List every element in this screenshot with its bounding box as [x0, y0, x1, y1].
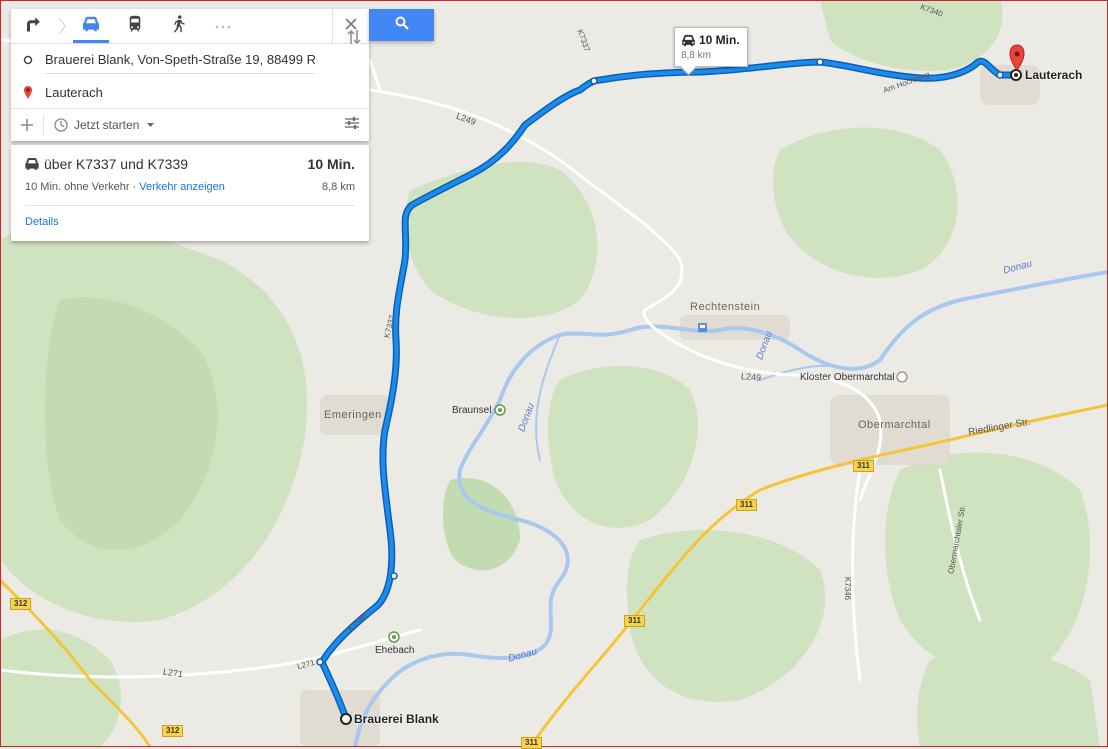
route-options-button[interactable] — [345, 116, 359, 135]
clock-icon — [54, 118, 68, 132]
end-marker-icon[interactable] — [1010, 69, 1022, 81]
directions-mode-button[interactable] — [11, 9, 55, 43]
place-label-kloster[interactable]: Kloster Obermarchtal — [800, 372, 894, 383]
walk-mode-tab[interactable] — [157, 9, 201, 43]
car-icon — [24, 157, 40, 171]
shield-311-c: 311 — [624, 615, 645, 627]
poi-braunsel-icon[interactable] — [494, 404, 506, 416]
callout-time: 10 Min. — [699, 33, 740, 47]
route-distance: 8,8 km — [321, 181, 355, 193]
place-label-rechtenstein[interactable]: Rechtenstein — [690, 301, 760, 313]
chevron-right-icon — [55, 9, 69, 43]
car-icon — [81, 16, 101, 37]
details-link[interactable]: Details — [25, 216, 59, 228]
travel-mode-bar — [11, 9, 369, 44]
caret-down-icon — [147, 123, 155, 127]
search-icon — [395, 16, 409, 35]
endpoint-label-end[interactable]: Lauterach — [1025, 68, 1082, 82]
divider — [25, 205, 355, 206]
drive-mode-tab[interactable] — [69, 9, 113, 43]
road-label-k7346: K7346 — [843, 576, 853, 601]
start-input[interactable] — [45, 52, 315, 74]
place-label-ehebach[interactable]: Ehebach — [375, 645, 414, 656]
depart-time-dropdown[interactable]: Jetzt starten — [54, 118, 155, 132]
route-summary: über K7337 und K7339 10 Min. — [24, 156, 355, 172]
road-label-l249-b: L249 — [740, 371, 762, 383]
directions-icon — [24, 15, 42, 38]
shield-311-b: 311 — [736, 499, 757, 511]
swap-icon — [347, 29, 361, 49]
train-icon — [127, 15, 143, 38]
route-options-row: Jetzt starten — [11, 108, 369, 141]
shield-311-d: 311 — [521, 737, 542, 749]
route-via[interactable]: über K7337 und K7339 — [44, 156, 308, 172]
route-time: 10 Min. — [307, 156, 355, 172]
callout-distance: 8,8 km — [681, 50, 712, 61]
more-modes-button[interactable] — [201, 9, 245, 43]
route-callout[interactable]: 10 Min. 8,8 km — [674, 27, 748, 67]
swap-waypoints-button[interactable] — [347, 29, 361, 50]
kloster-icon[interactable] — [896, 371, 908, 383]
shield-312-b: 312 — [162, 725, 184, 737]
route-traffic-row: 10 Min. ohne Verkehr · Verkehr anzeigen … — [25, 181, 355, 193]
bus-stop-icon[interactable] — [698, 323, 707, 332]
walk-icon — [172, 14, 186, 38]
destination-input[interactable] — [45, 84, 315, 100]
depart-label: Jetzt starten — [74, 118, 140, 132]
endpoint-label-start[interactable]: Brauerei Blank — [354, 712, 439, 726]
start-dot-icon — [11, 55, 45, 65]
shield-311-a: 311 — [853, 460, 874, 472]
show-traffic-link[interactable]: Verkehr anzeigen — [139, 181, 225, 193]
route-result-card[interactable]: über K7337 und K7339 10 Min. 10 Min. ohn… — [11, 145, 369, 241]
transit-mode-tab[interactable] — [113, 9, 157, 43]
start-waypoint-row — [11, 44, 369, 76]
place-label-emeringen[interactable]: Emeringen — [324, 409, 382, 421]
more-icon — [214, 17, 232, 35]
add-destination-button[interactable] — [11, 115, 44, 135]
place-label-obermarchtal[interactable]: Obermarchtal — [858, 419, 931, 431]
search-button[interactable] — [369, 9, 434, 41]
place-label-braunsel[interactable]: Braunsel — [452, 405, 491, 416]
traffic-note: 10 Min. ohne Verkehr · — [25, 181, 137, 193]
destination-pin-icon — [11, 85, 45, 99]
destination-waypoint-row — [11, 76, 369, 108]
directions-panel: Jetzt starten — [11, 9, 369, 141]
start-marker-icon[interactable] — [340, 713, 352, 725]
sliders-icon — [345, 117, 359, 134]
poi-ehebach-icon[interactable] — [388, 631, 400, 643]
shield-312-a: 312 — [10, 598, 32, 610]
